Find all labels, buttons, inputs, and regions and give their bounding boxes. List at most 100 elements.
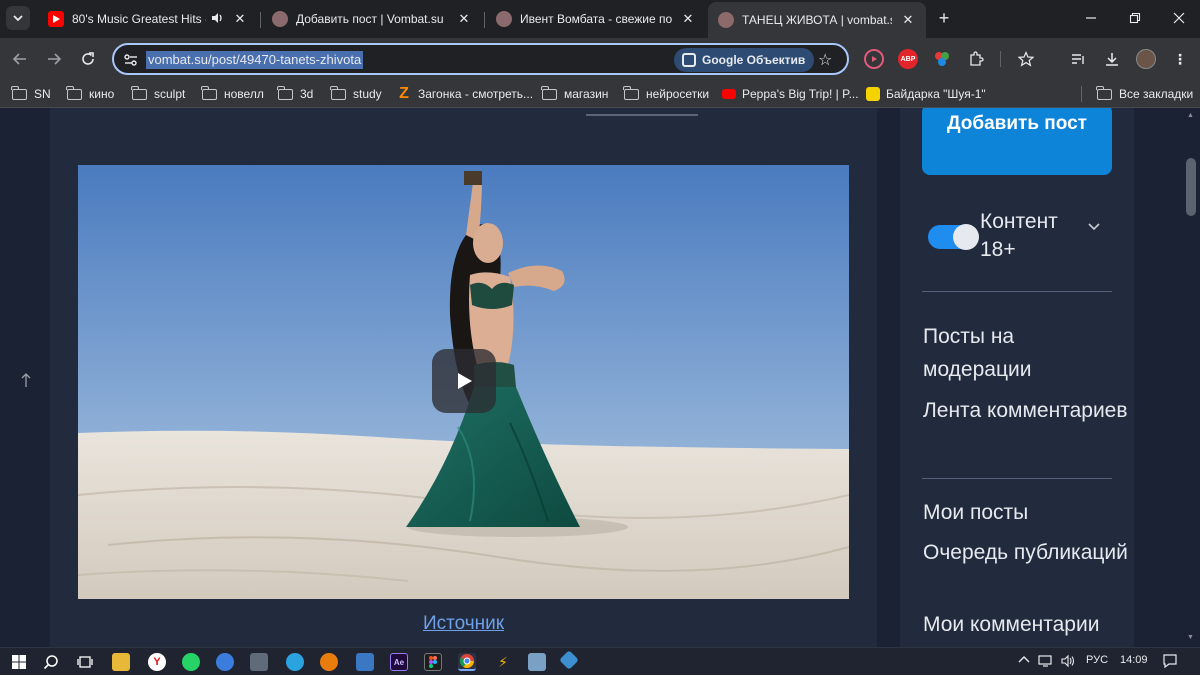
bookmark-star-icon[interactable] (1016, 49, 1036, 69)
bookmark-label: магазин (564, 87, 609, 101)
close-tab-icon[interactable]: ✕ (232, 11, 248, 27)
file-explorer-icon[interactable] (112, 653, 130, 671)
colorful-extension-icon[interactable] (932, 49, 952, 69)
page-scrollbar[interactable]: ▲ ▼ (1182, 108, 1200, 647)
sidebar: Добавить пост Контент 18+ Посты на модер… (900, 108, 1134, 647)
bookmark-label: Все закладки (1119, 87, 1194, 101)
youtube-icon (722, 89, 736, 99)
bookmark-baidarka[interactable]: Байдарка "Шуя-1" (866, 85, 986, 103)
forward-button[interactable] (42, 47, 66, 71)
clock[interactable]: 14:09 (1120, 654, 1148, 666)
bookmark-zagonka[interactable]: Z Загонка - смотреть... (396, 85, 533, 103)
bookmark-neiroseti[interactable]: нейросетки (623, 85, 709, 103)
bookmark-label: 3d (300, 87, 314, 101)
calculator-icon[interactable] (250, 653, 268, 671)
bookmark-3d[interactable]: 3d (277, 85, 314, 103)
content-18-toggle[interactable] (928, 224, 979, 250)
arrow-right-icon (48, 53, 62, 65)
sidebar-item-my-comments[interactable]: Мои комментарии (923, 608, 1128, 641)
scroll-to-top-button[interactable] (20, 372, 32, 392)
post-video[interactable] (78, 165, 849, 599)
adblock-icon[interactable]: ABP (898, 49, 918, 69)
url-text[interactable]: vombat.su/post/49470-tanets-zhivota (146, 51, 364, 69)
chevron-down-icon[interactable] (1086, 218, 1102, 234)
after-effects-icon[interactable]: Ae (390, 653, 408, 671)
tab-event[interactable]: Ивент Вомбата - свежие пост ✕ (486, 4, 706, 34)
play-icon (458, 373, 472, 389)
add-post-button[interactable]: Добавить пост (922, 108, 1112, 175)
close-tab-icon[interactable]: ✕ (900, 12, 916, 28)
bookmark-study[interactable]: study (330, 85, 382, 103)
bookmark-kino[interactable]: кино (66, 85, 114, 103)
chromium-icon[interactable] (216, 653, 234, 671)
tab-music[interactable]: 80's Music Greatest Hits - B ✕ (38, 4, 258, 34)
site-settings-icon[interactable] (122, 51, 140, 69)
source-link[interactable]: Источник (50, 613, 877, 635)
toolbar-separator (1000, 51, 1001, 67)
new-tab-button[interactable]: + (934, 8, 954, 28)
photos-icon[interactable] (528, 653, 546, 671)
tray-overflow-icon[interactable] (1018, 654, 1030, 667)
network-app-icon[interactable] (559, 650, 579, 670)
speaker-icon[interactable] (210, 11, 224, 28)
sidebar-divider (922, 478, 1112, 479)
sidebar-item-comments-feed[interactable]: Лента комментариев (923, 394, 1128, 427)
sidebar-item-my-posts[interactable]: Мои посты (923, 496, 1128, 529)
site-icon (866, 87, 880, 101)
chrome-icon[interactable] (458, 653, 476, 671)
tab-add-post[interactable]: Добавить пост | Vombat.su ✕ (262, 4, 482, 34)
address-bar[interactable]: vombat.su/post/49470-tanets-zhivota Goog… (112, 43, 849, 75)
telegram-icon[interactable] (286, 653, 304, 671)
windows-taskbar: Y Ae ⚡ РУС 14:09 (0, 647, 1200, 675)
sidebar-item-moderation[interactable]: Посты на модерации (923, 320, 1128, 386)
tab-title: ТАНЕЦ ЖИВОТА | vombat.su (742, 13, 892, 27)
notifications-icon[interactable] (1162, 654, 1178, 671)
media-queue-icon[interactable] (1068, 49, 1088, 69)
sidebar-item-publication-queue[interactable]: Очередь публикаций (923, 536, 1128, 569)
bookmark-novell[interactable]: новелл (201, 85, 264, 103)
figma-icon[interactable] (424, 653, 442, 671)
google-lens-button[interactable]: Google Объектив (674, 48, 815, 72)
all-bookmarks[interactable]: Все закладки (1096, 85, 1194, 103)
back-button[interactable] (8, 47, 32, 71)
reload-button[interactable] (76, 47, 100, 71)
browser-toolbar: vombat.su/post/49470-tanets-zhivota Goog… (0, 38, 1200, 80)
wombat-icon (496, 11, 512, 27)
bookmark-star-icon[interactable]: ☆ (818, 50, 832, 70)
scrollbar-thumb[interactable] (1186, 158, 1196, 216)
close-window-button[interactable] (1164, 6, 1194, 30)
bookmark-peppa[interactable]: Peppa's Big Trip! | P... (722, 85, 859, 103)
folder-icon (11, 85, 27, 100)
tab-search-button[interactable] (6, 6, 30, 30)
tab-belly-dance[interactable]: ТАНЕЦ ЖИВОТА | vombat.su ✕ (708, 2, 926, 38)
network-icon[interactable] (1038, 654, 1054, 671)
puzzle-icon[interactable] (966, 49, 986, 69)
restore-button[interactable] (1120, 6, 1150, 30)
bookmark-sn[interactable]: SN (11, 85, 51, 103)
profile-avatar[interactable] (1136, 49, 1156, 69)
yandex-browser-icon[interactable]: Y (148, 653, 166, 671)
blender-icon[interactable] (320, 653, 338, 671)
record-icon[interactable] (864, 49, 884, 69)
reload-icon (82, 52, 94, 65)
play-button[interactable] (432, 349, 496, 413)
search-icon[interactable] (42, 653, 60, 671)
close-tab-icon[interactable]: ✕ (456, 11, 472, 27)
scroll-down-arrow-icon[interactable]: ▼ (1187, 634, 1194, 641)
bookmark-magazin[interactable]: магазин (541, 85, 609, 103)
whatsapp-icon[interactable] (182, 653, 200, 671)
winamp-icon[interactable]: ⚡ (494, 653, 512, 671)
bookmark-label: Байдарка "Шуя-1" (886, 87, 986, 101)
close-tab-icon[interactable]: ✕ (680, 11, 696, 27)
minimize-button[interactable] (1076, 6, 1106, 30)
task-view-icon[interactable] (76, 653, 94, 671)
language-indicator[interactable]: РУС (1086, 654, 1108, 666)
bookmark-sculpt[interactable]: sculpt (131, 85, 185, 103)
volume-icon[interactable] (1060, 654, 1076, 671)
app-icon[interactable] (356, 653, 374, 671)
download-icon[interactable] (1102, 49, 1122, 69)
menu-kebab-icon[interactable]: ⋮ (1170, 49, 1190, 69)
scroll-up-arrow-icon[interactable]: ▲ (1187, 112, 1194, 119)
toggle-knob (953, 224, 979, 250)
start-icon[interactable] (10, 653, 28, 671)
